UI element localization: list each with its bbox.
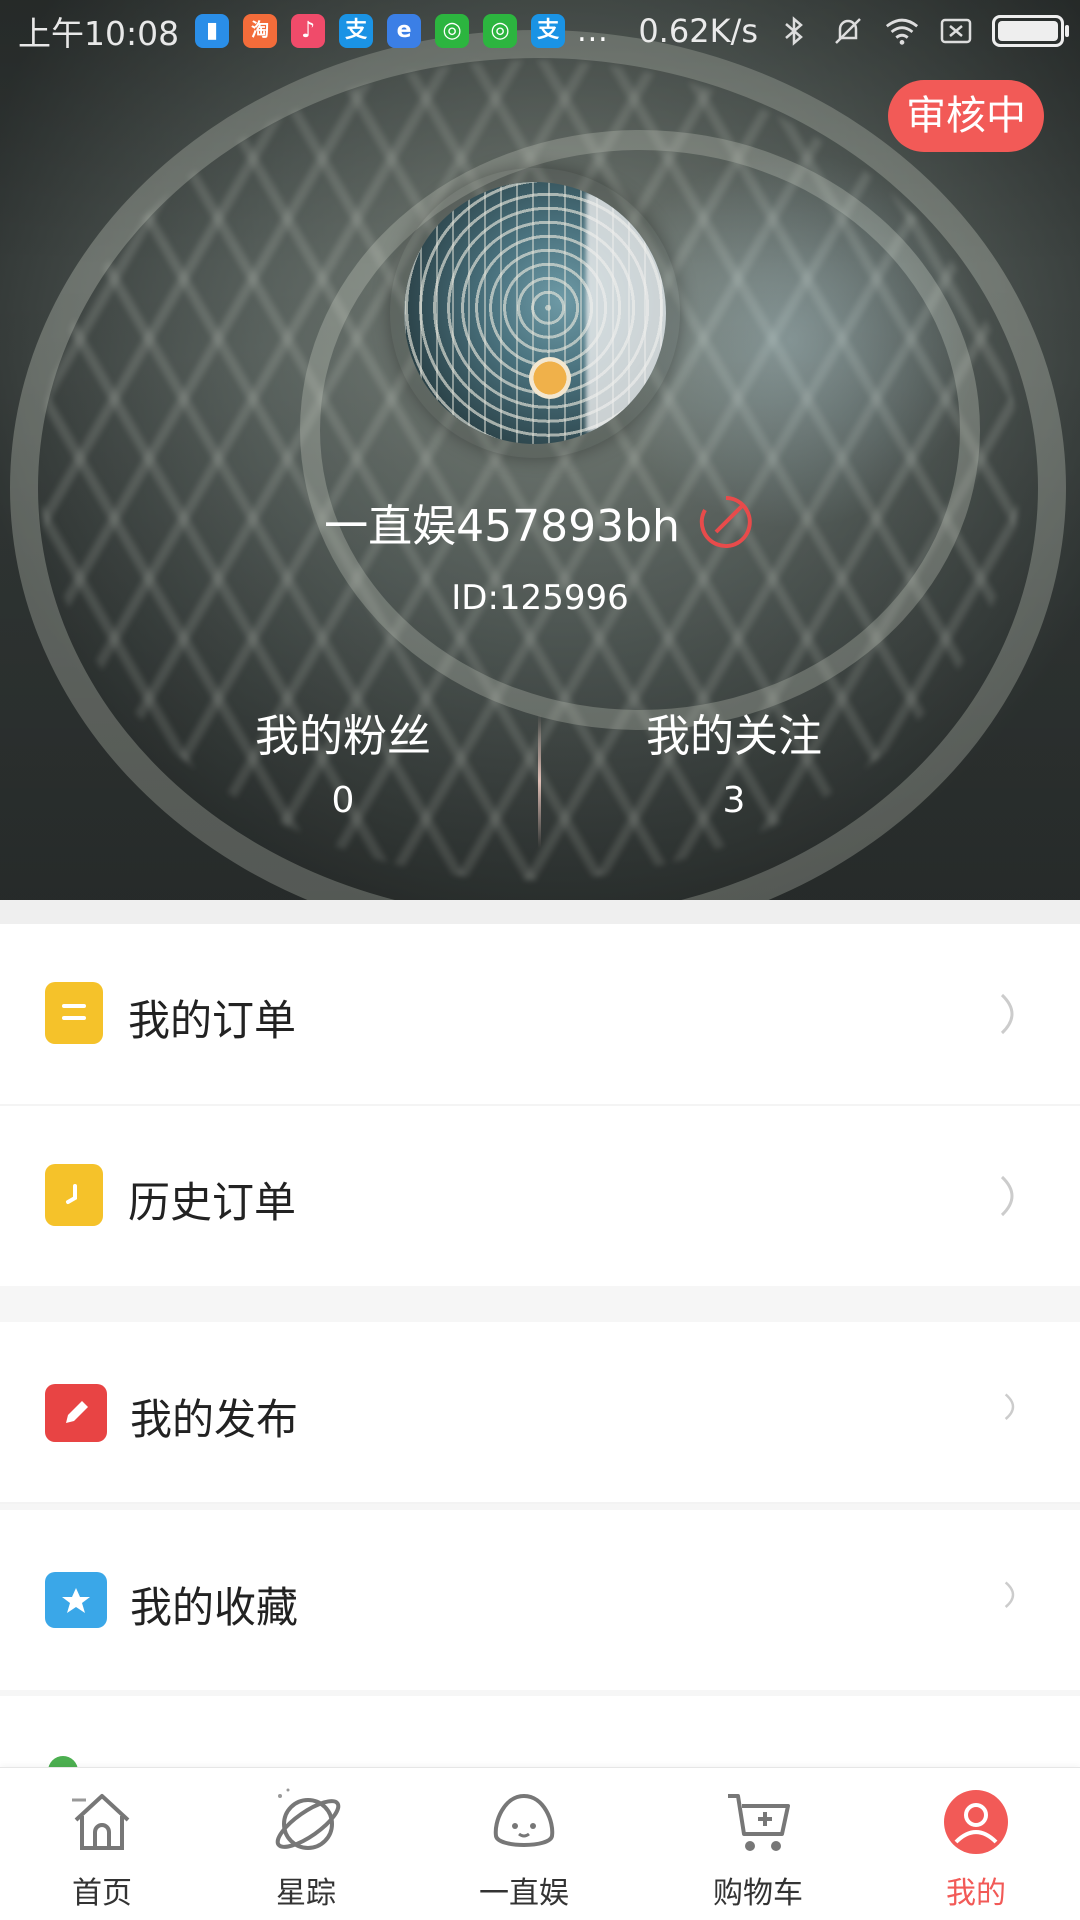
fans-stat[interactable]: 我的粉丝 0 bbox=[193, 700, 493, 821]
nav-label: 我的 bbox=[946, 1876, 1006, 1911]
nav-item-yizhiyu[interactable]: 一直娱 bbox=[424, 1768, 624, 1920]
edit-profile-icon[interactable] bbox=[696, 492, 756, 552]
notification-icons: ▮ 淘 ♪ 支 e ◎ ◎ 支 bbox=[195, 14, 566, 48]
taobao-app-icon: 淘 bbox=[243, 14, 278, 48]
wechat-app-icon-2: ◎ bbox=[483, 14, 518, 48]
nav-item-mine[interactable]: 我的 bbox=[876, 1768, 1076, 1920]
stats-divider bbox=[538, 714, 541, 848]
network-speed: 0.62K/s bbox=[638, 12, 758, 50]
menu-item-history-orders[interactable]: 历史订单 bbox=[0, 1106, 1080, 1286]
menu-item-my-posts[interactable]: 我的发布 bbox=[0, 1322, 1080, 1502]
bottom-nav: 首页 星踪 一直娱 购物车 我的 bbox=[0, 1767, 1080, 1920]
chevron-right-icon bbox=[1004, 1393, 1015, 1420]
notes-app-icon: ▮ bbox=[195, 14, 230, 48]
no-sim-icon bbox=[938, 13, 974, 49]
douyin-app-icon: ♪ bbox=[291, 14, 326, 48]
menu-item-label: 我的发布 bbox=[130, 1395, 299, 1444]
history-icon bbox=[45, 1164, 103, 1226]
pencil-icon bbox=[45, 1384, 107, 1442]
alipay-app-icon-2: 支 bbox=[531, 14, 566, 48]
section-gap bbox=[0, 1286, 1080, 1322]
stats-row: 我的粉丝 0 我的关注 3 bbox=[0, 700, 1080, 850]
star-folder-icon bbox=[45, 1572, 107, 1628]
following-count: 3 bbox=[722, 780, 746, 821]
nav-label: 星踪 bbox=[276, 1876, 336, 1911]
battery-icon bbox=[992, 15, 1069, 47]
menu-item-label: 我的收藏 bbox=[130, 1583, 299, 1632]
menu-item-my-favorites[interactable]: 我的收藏 bbox=[0, 1510, 1080, 1690]
chevron-right-icon bbox=[1004, 1581, 1015, 1608]
home-icon bbox=[72, 1794, 130, 1850]
following-stat[interactable]: 我的关注 3 bbox=[584, 700, 884, 821]
avatar-image bbox=[404, 182, 666, 444]
bluetooth-icon bbox=[776, 13, 812, 49]
nav-label: 一直娱 bbox=[479, 1876, 569, 1911]
status-time: 上午10:08 bbox=[18, 14, 180, 53]
chevron-right-icon bbox=[1000, 1175, 1014, 1217]
status-right: 0.62K/s bbox=[638, 12, 1069, 50]
nav-item-home[interactable]: 首页 bbox=[2, 1768, 202, 1920]
nav-label: 首页 bbox=[72, 1876, 132, 1911]
menu-item-my-orders[interactable]: 我的订单 bbox=[0, 924, 1080, 1104]
menu-item-label: 我的订单 bbox=[128, 996, 297, 1045]
username: 一直娱457893bh bbox=[324, 501, 680, 552]
chevron-right-icon bbox=[1000, 993, 1014, 1035]
nav-item-star-track[interactable]: 星踪 bbox=[206, 1768, 406, 1920]
username-row: 一直娱457893bh bbox=[0, 490, 1080, 554]
planet-icon bbox=[275, 1788, 341, 1850]
cart-icon bbox=[728, 1794, 790, 1851]
following-label: 我的关注 bbox=[646, 711, 822, 762]
browser-app-icon: e bbox=[387, 14, 422, 48]
status-bar: 上午10:08 ▮ 淘 ♪ 支 e ◎ ◎ 支 ... 0.62K/s bbox=[0, 0, 1080, 62]
review-status-badge[interactable]: 审核中 bbox=[888, 80, 1044, 152]
mute-bell-icon bbox=[830, 13, 866, 49]
section-gap bbox=[0, 900, 1080, 924]
nav-label: 购物车 bbox=[713, 1876, 803, 1911]
profile-icon bbox=[944, 1790, 1008, 1854]
mascot-icon bbox=[493, 1793, 555, 1847]
user-id: ID:125996 bbox=[451, 578, 629, 618]
more-notifications: ... bbox=[577, 13, 609, 49]
alipay-app-icon: 支 bbox=[339, 14, 374, 48]
avatar[interactable] bbox=[390, 168, 680, 458]
menu-item-label: 历史订单 bbox=[128, 1178, 297, 1227]
wifi-icon bbox=[884, 13, 920, 49]
order-icon bbox=[45, 982, 103, 1044]
fans-label: 我的粉丝 bbox=[255, 711, 431, 762]
menu-item-partial[interactable] bbox=[0, 1696, 1080, 1786]
wechat-app-icon: ◎ bbox=[435, 14, 470, 48]
nav-item-cart[interactable]: 购物车 bbox=[658, 1768, 858, 1920]
fans-count: 0 bbox=[331, 780, 355, 821]
